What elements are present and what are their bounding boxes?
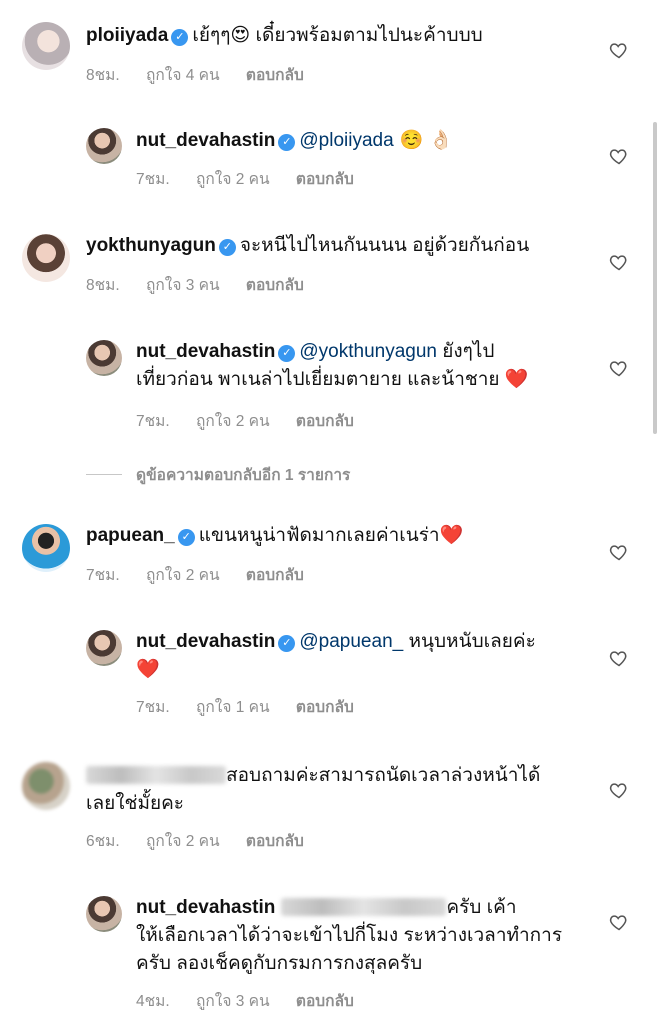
username[interactable]: nut_devahastin <box>136 341 275 362</box>
comment-time: 4ชม. <box>136 993 170 1010</box>
divider <box>86 474 122 475</box>
username[interactable]: nut_devahastin <box>136 130 275 151</box>
mention-link[interactable]: @ploiiyada <box>299 130 393 151</box>
verified-badge-icon: ✓ <box>278 635 296 652</box>
reply-button[interactable]: ตอบกลับ <box>296 699 354 716</box>
reply-button[interactable]: ตอบกลับ <box>246 277 304 294</box>
comment-text: เย้ๆๆ😍 เดี๋ยวพร้อมตามไปนะค้าบบบ <box>192 25 483 46</box>
comment-text-line: ครับ ลองเช็คดูกับกรมการกงสุลครับ <box>136 953 423 974</box>
heart-outline-icon[interactable] <box>609 40 629 60</box>
comment-text-line: ให้เลือกเวลาได้ว่าจะเข้าไปกี่โมง ระหว่าง… <box>136 925 563 946</box>
comment-text: จะหนีไปไหนกันนนน อยู่ด้วยกันก่อน <box>239 235 530 256</box>
mention-link[interactable]: @papuean_ <box>299 631 403 652</box>
likes-count[interactable]: ถูกใจ 2 คน <box>196 413 270 430</box>
verified-badge-icon: ✓ <box>218 239 236 256</box>
likes-count[interactable]: ถูกใจ 1 คน <box>196 699 270 716</box>
username[interactable]: papuean_ <box>86 525 175 546</box>
comment-text: แขนหนูน่าฟัดมากเลยค่าเนร่า❤️ <box>198 525 464 546</box>
heart-outline-icon[interactable] <box>609 912 629 932</box>
heart-outline-icon[interactable] <box>609 648 629 668</box>
comment-time: 7ชม. <box>136 699 170 716</box>
comment-text-line: เลยใช่มั้ยคะ <box>86 793 185 814</box>
reply-button[interactable]: ตอบกลับ <box>246 567 304 584</box>
username[interactable]: yokthunyagun <box>86 235 216 256</box>
verified-badge-icon: ✓ <box>171 29 189 46</box>
comment-time: 6ชม. <box>86 833 120 850</box>
comment-time: 8ชม. <box>86 67 120 84</box>
username[interactable]: nut_devahastin <box>136 897 275 918</box>
avatar[interactable] <box>86 896 122 932</box>
comment-text: ☺️ 👌🏻 <box>393 129 454 151</box>
heart-outline-icon[interactable] <box>609 542 629 562</box>
view-more-label: ดูข้อความตอบกลับอีก 1 รายการ <box>136 467 351 484</box>
reply-button[interactable]: ตอบกลับ <box>246 67 304 84</box>
likes-count[interactable]: ถูกใจ 2 คน <box>146 567 220 584</box>
comment-text: ยังๆไป <box>436 341 495 362</box>
heart-outline-icon[interactable] <box>609 252 629 272</box>
likes-count[interactable]: ถูกใจ 3 คน <box>196 993 270 1010</box>
scrollbar[interactable] <box>653 122 657 434</box>
verified-badge-icon: ✓ <box>278 345 296 362</box>
comment-time: 7ชม. <box>136 413 170 430</box>
reply-button[interactable]: ตอบกลับ <box>296 413 354 430</box>
verified-badge-icon: ✓ <box>278 134 296 151</box>
avatar[interactable] <box>22 524 70 572</box>
blurred-username[interactable] <box>86 766 226 784</box>
avatar[interactable] <box>22 762 70 810</box>
likes-count[interactable]: ถูกใจ 2 คน <box>146 833 220 850</box>
username[interactable]: ploiiyada <box>86 25 168 46</box>
comment-text-line: ❤️ <box>136 659 160 680</box>
avatar[interactable] <box>86 340 122 376</box>
likes-count[interactable]: ถูกใจ 3 คน <box>146 277 220 294</box>
comment-time: 7ชม. <box>86 567 120 584</box>
comment-text: ครับ เค้า <box>446 897 517 918</box>
heart-outline-icon[interactable] <box>609 780 629 800</box>
reply-button[interactable]: ตอบกลับ <box>246 833 304 850</box>
comment-text: หนุบหนับเลยค่ะ <box>403 631 536 652</box>
comment-time: 7ชม. <box>136 171 170 188</box>
comment-text: สอบถามค่ะสามารถนัดเวลาล่วงหน้าได้ <box>226 765 541 786</box>
verified-badge-icon: ✓ <box>177 529 195 546</box>
likes-count[interactable]: ถูกใจ 4 คน <box>146 67 220 84</box>
blurred-mention[interactable] <box>281 898 447 916</box>
mention-link[interactable]: @yokthunyagun <box>299 341 437 362</box>
heart-outline-icon[interactable] <box>609 358 629 378</box>
comment-text-line: เที่ยวก่อน พาเนล่าไปเยี่ยมตายาย และน้าชา… <box>136 369 529 390</box>
likes-count[interactable]: ถูกใจ 2 คน <box>196 171 270 188</box>
heart-outline-icon[interactable] <box>609 146 629 166</box>
comment-time: 8ชม. <box>86 277 120 294</box>
avatar[interactable] <box>86 630 122 666</box>
reply-button[interactable]: ตอบกลับ <box>296 993 354 1010</box>
username[interactable]: nut_devahastin <box>136 631 275 652</box>
avatar[interactable] <box>86 128 122 164</box>
avatar[interactable] <box>22 22 70 70</box>
reply-button[interactable]: ตอบกลับ <box>296 171 354 188</box>
view-more-replies-button[interactable]: ดูข้อความตอบกลับอีก 1 รายการ <box>86 462 350 487</box>
avatar[interactable] <box>22 234 70 282</box>
